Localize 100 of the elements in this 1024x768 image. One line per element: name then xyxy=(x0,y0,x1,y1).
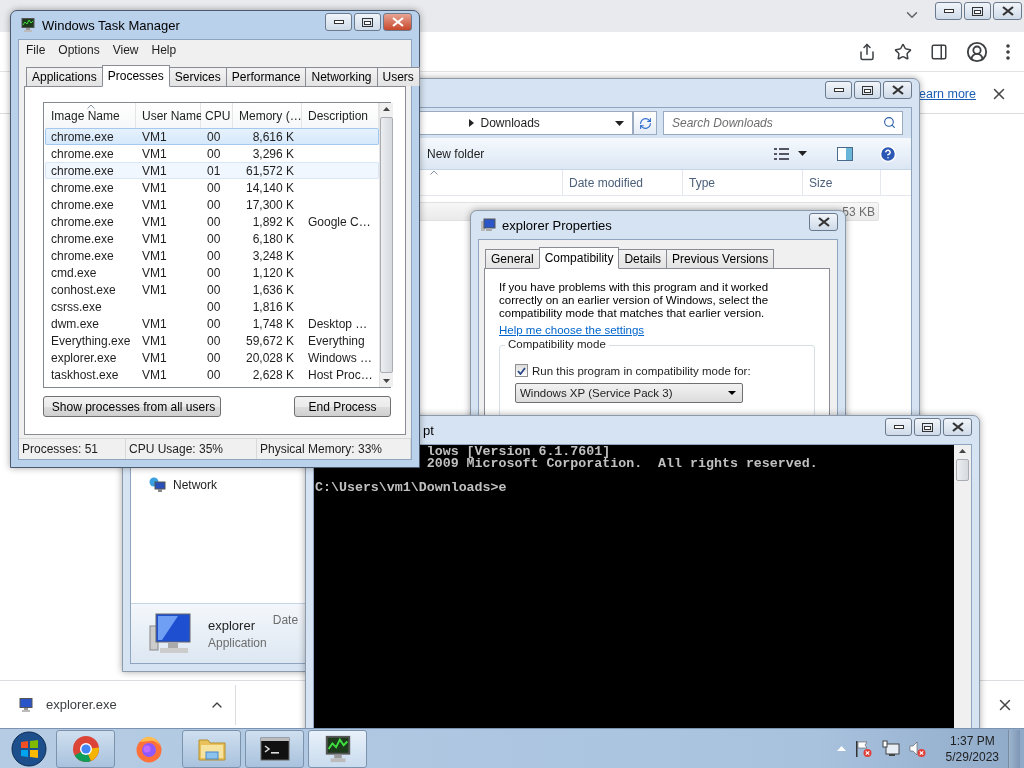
close-button[interactable] xyxy=(883,81,912,99)
process-row[interactable]: chrome.exe VM1 01 61,572 K xyxy=(45,162,379,179)
tab[interactable]: General xyxy=(485,249,540,268)
tab[interactable]: Services xyxy=(168,67,227,86)
table-cell-text: 1,120 K xyxy=(251,265,295,280)
process-row[interactable]: chrome.exe VM1 00 6,180 K xyxy=(45,230,379,247)
taskbar-button[interactable] xyxy=(308,729,367,768)
table-cell-text: dwm.exe xyxy=(50,316,101,331)
profile-button[interactable] xyxy=(966,40,988,63)
menu-item[interactable]: View xyxy=(106,43,145,57)
table-cell-text: VM1 xyxy=(141,367,168,382)
status-text: CPU Usage: 35% xyxy=(126,439,257,459)
process-row[interactable]: Everything.exe VM1 00 59,672 K Everything xyxy=(45,332,379,349)
dialog-title: explorer Properties xyxy=(502,217,613,233)
menu-item[interactable]: File xyxy=(20,43,52,57)
minimize-button[interactable] xyxy=(325,13,352,31)
help-link[interactable]: Help me choose the settings xyxy=(499,324,645,336)
column-header[interactable]: CPU xyxy=(201,103,233,128)
bookmark-button[interactable] xyxy=(894,42,912,61)
process-row[interactable]: chrome.exe VM1 00 3,296 K xyxy=(45,145,379,162)
help-icon xyxy=(879,144,897,163)
tab[interactable]: Applications xyxy=(26,67,103,86)
address-text: Downloads xyxy=(479,116,541,130)
checkbox[interactable] xyxy=(515,364,528,377)
table-cell-text: csrss.exe xyxy=(50,299,103,314)
show-all-processes-button[interactable]: Show processes from all users xyxy=(43,396,221,417)
network-icon xyxy=(149,477,166,493)
tab[interactable]: Compatibility xyxy=(538,247,620,269)
scroll-thumb[interactable] xyxy=(956,459,969,481)
column-header[interactable]: Type xyxy=(683,170,803,195)
view-list-icon xyxy=(774,147,790,160)
process-row[interactable]: chrome.exe VM1 00 3,248 K xyxy=(45,247,379,264)
table-cell-text: chrome.exe xyxy=(50,163,115,178)
table-cell-text: 14,140 K xyxy=(244,180,295,195)
maximize-button[interactable] xyxy=(964,2,991,20)
maximize-button[interactable] xyxy=(354,13,381,31)
tab[interactable]: Networking xyxy=(305,67,378,86)
process-row[interactable]: chrome.exe VM1 00 8,616 K xyxy=(45,128,379,145)
close-button[interactable] xyxy=(809,213,838,231)
menu-item[interactable]: Help xyxy=(145,43,183,57)
column-header[interactable]: Memory (… xyxy=(233,103,302,128)
table-cell-text: 00 xyxy=(206,299,222,314)
tab[interactable]: Details xyxy=(618,249,668,268)
menu-button[interactable] xyxy=(1006,43,1010,60)
process-row[interactable]: conhost.exe VM1 00 1,636 K xyxy=(45,281,379,298)
process-row[interactable]: taskhost.exe VM1 00 2,628 K Host Proc… xyxy=(45,366,379,383)
download-item[interactable]: explorer.exe xyxy=(18,684,236,725)
end-process-button[interactable]: End Process xyxy=(294,396,391,417)
learn-more-link[interactable]: earn more xyxy=(919,86,976,101)
process-row[interactable]: dwm.exe VM1 00 1,748 K Desktop … xyxy=(45,315,379,332)
table-cell-text: 17,300 K xyxy=(244,197,295,212)
table-cell-text: 00 xyxy=(206,180,222,195)
maximize-button[interactable] xyxy=(914,418,941,436)
column-header[interactable]: User Name xyxy=(136,103,201,128)
scrollbar[interactable] xyxy=(378,103,393,387)
share-button[interactable] xyxy=(858,42,876,61)
console-line: lows [Version 6.1.7601] xyxy=(426,446,611,458)
scroll-thumb[interactable] xyxy=(379,117,393,373)
tab[interactable]: Previous Versions xyxy=(666,249,775,268)
new-folder-button[interactable]: New folder xyxy=(423,146,489,161)
minimize-button[interactable] xyxy=(825,81,852,99)
table-cell-text: 00 xyxy=(206,333,222,348)
menu-item[interactable]: Options xyxy=(52,43,106,57)
tab[interactable]: Performance xyxy=(225,67,307,86)
table-cell-text: 1,748 K xyxy=(251,316,295,331)
process-row[interactable]: chrome.exe VM1 00 17,300 K xyxy=(45,196,379,213)
network-icon xyxy=(881,739,900,758)
column-header[interactable]: Size xyxy=(803,170,881,195)
scroll-up-icon xyxy=(959,449,966,453)
column-header[interactable]: Description xyxy=(302,103,379,128)
tab[interactable]: Processes xyxy=(101,65,170,87)
process-row[interactable]: cmd.exe VM1 00 1,120 K xyxy=(45,264,379,281)
table-cell-text: chrome.exe xyxy=(50,146,115,161)
column-header[interactable]: Image Name xyxy=(45,103,136,128)
window-title: Windows Task Manager xyxy=(42,17,181,33)
nav-item[interactable]: Network xyxy=(149,475,290,495)
process-row[interactable]: csrss.exe 00 1,816 K xyxy=(45,298,379,315)
search-field[interactable]: Search Downloads xyxy=(663,111,903,135)
table-cell-text: VM1 xyxy=(141,265,168,280)
process-row[interactable]: explorer.exe VM1 00 20,028 K Windows … xyxy=(45,349,379,366)
tab[interactable]: Users xyxy=(376,67,420,86)
dropdown-icon xyxy=(798,151,807,156)
process-row[interactable]: chrome.exe VM1 00 14,140 K xyxy=(45,179,379,196)
minimize-button[interactable] xyxy=(935,2,962,20)
taskbar-button[interactable] xyxy=(245,729,304,768)
close-button[interactable] xyxy=(993,2,1022,20)
process-row[interactable]: chrome.exe VM1 00 1,892 K Google C… xyxy=(45,213,379,230)
table-cell-text: Host Proc… xyxy=(307,367,374,382)
column-header[interactable]: Date modified xyxy=(563,170,683,195)
table-cell-text: VM1 xyxy=(141,282,168,297)
minimize-button[interactable] xyxy=(885,418,912,436)
table-cell-text: 00 xyxy=(206,350,222,365)
side-panel-button[interactable] xyxy=(930,42,948,61)
close-button[interactable] xyxy=(943,418,972,436)
clock[interactable]: 1:37 PM 5/29/2023 xyxy=(945,732,999,765)
field-label: Date xyxy=(272,613,299,627)
maximize-button[interactable] xyxy=(854,81,881,99)
maximize-icon xyxy=(362,17,373,27)
refresh-button[interactable] xyxy=(633,111,657,135)
mode-dropdown[interactable]: Windows XP (Service Pack 3) xyxy=(515,383,743,403)
